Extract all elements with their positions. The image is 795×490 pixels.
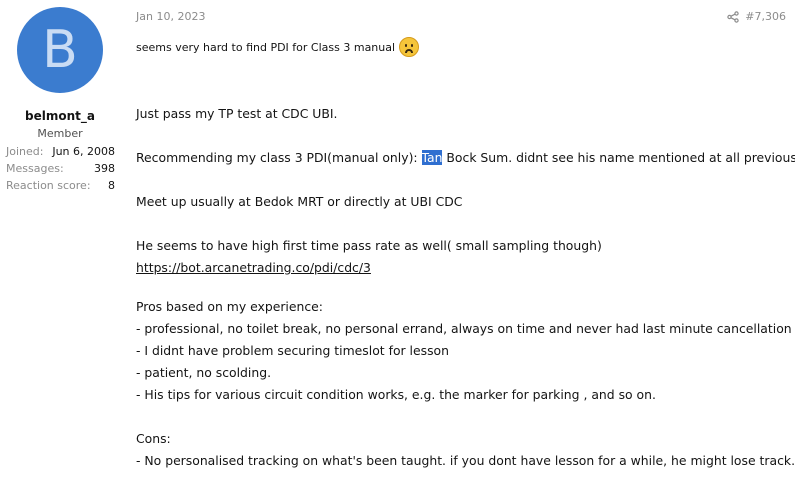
body-line-spacer bbox=[136, 406, 786, 428]
post-header: Jan 10, 2023 #7,306 bbox=[136, 10, 790, 26]
body-line: Pros based on my experience: bbox=[136, 299, 323, 314]
stat-value: 8 bbox=[108, 179, 115, 192]
post-actions: #7,306 bbox=[727, 10, 786, 23]
user-title: Member bbox=[37, 127, 83, 140]
post-date[interactable]: Jan 10, 2023 bbox=[136, 10, 205, 23]
avatar[interactable]: B bbox=[17, 7, 103, 93]
body-line-spacer bbox=[136, 213, 786, 235]
body-line-spacer bbox=[136, 125, 786, 147]
post-number-link[interactable]: #7,306 bbox=[745, 10, 786, 23]
stat-label: Messages: bbox=[6, 162, 64, 175]
quoted-snippet: seems very hard to find PDI for Class 3 … bbox=[136, 36, 420, 58]
pdi-link[interactable]: https://bot.arcanetrading.co/pdi/cdc/3 bbox=[136, 260, 371, 275]
body-line-spacer bbox=[136, 169, 786, 191]
user-info-panel: B belmont_a Member Joined: Jun 6, 2008 M… bbox=[0, 0, 120, 490]
selected-text[interactable]: Tan bbox=[421, 150, 443, 165]
body-line: - patient, no scolding. bbox=[136, 365, 272, 380]
stat-messages: Messages: 398 bbox=[6, 162, 115, 178]
body-line: - His tips for various circuit condition… bbox=[136, 387, 656, 402]
body-line: - professional, no toilet break, no pers… bbox=[136, 321, 792, 336]
body-line: Meet up usually at Bedok MRT or directly… bbox=[136, 194, 463, 209]
stat-reaction-score: Reaction score: 8 bbox=[6, 179, 115, 195]
body-line: Recommending my class 3 PDI(manual only)… bbox=[136, 147, 795, 169]
share-icon[interactable] bbox=[727, 10, 739, 23]
stat-label: Joined: bbox=[6, 145, 44, 158]
body-line: Cons: bbox=[136, 431, 171, 446]
body-line: He seems to have high first time pass ra… bbox=[136, 238, 602, 253]
stat-value: 398 bbox=[94, 162, 115, 175]
body-line-spacer bbox=[136, 279, 786, 296]
post-body: Just pass my TP test at CDC UBI. Recomme… bbox=[136, 103, 795, 472]
snippet-text: seems very hard to find PDI for Class 3 … bbox=[136, 40, 396, 54]
body-line: - No personalised tracking on what's bee… bbox=[136, 453, 795, 468]
stat-label: Reaction score: bbox=[6, 179, 91, 192]
body-line: https://bot.arcanetrading.co/pdi/cdc/3 bbox=[136, 257, 786, 279]
text-segment: Recommending my class 3 PDI(manual only)… bbox=[136, 150, 422, 165]
text-segment: Bock Sum. didnt see his name mentioned a… bbox=[442, 150, 795, 165]
stat-joined: Joined: Jun 6, 2008 bbox=[6, 145, 115, 161]
username-link[interactable]: belmont_a bbox=[0, 109, 120, 123]
frowning-emoji-icon bbox=[399, 37, 420, 57]
body-line: - I didnt have problem securing timeslot… bbox=[136, 343, 449, 358]
stat-value: Jun 6, 2008 bbox=[52, 145, 115, 158]
body-line: Just pass my TP test at CDC UBI. bbox=[136, 106, 338, 121]
